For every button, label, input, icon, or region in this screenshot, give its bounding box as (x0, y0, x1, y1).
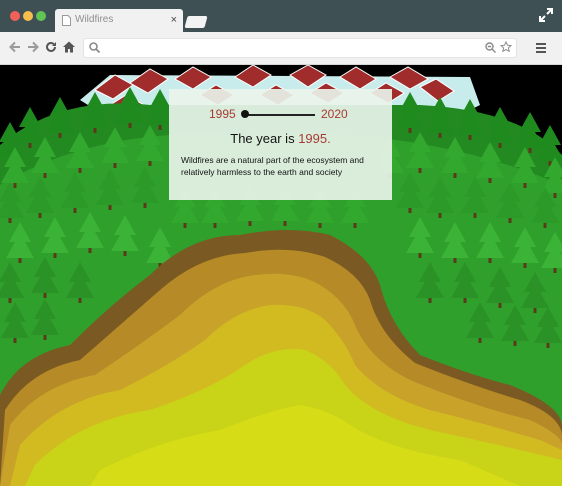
back-icon[interactable] (8, 40, 22, 54)
zoom-icon[interactable] (484, 41, 497, 54)
browser-toolbar (0, 32, 562, 65)
tab-title: Wildfires (75, 14, 114, 25)
headline-year: 1995. (298, 131, 331, 146)
viz-viewport[interactable]: 1995 2020 The year is 1995. Wildfires ar… (0, 65, 562, 486)
reload-icon[interactable] (44, 40, 58, 54)
minimize-window-button[interactable] (23, 11, 33, 21)
address-bar[interactable] (83, 38, 517, 58)
slider-start-label: 1995 (209, 107, 236, 121)
maximize-window-button[interactable] (36, 11, 46, 21)
new-tab-button[interactable] (184, 16, 208, 28)
menu-icon[interactable] (534, 41, 548, 55)
close-window-button[interactable] (10, 11, 20, 21)
browser-window: Wildfires × 1995 2020 The year is 1995. … (0, 0, 562, 486)
slider-end-label: 2020 (321, 107, 348, 121)
star-icon[interactable] (500, 41, 512, 53)
search-icon (89, 42, 101, 54)
headline-prefix: The year is (230, 131, 299, 146)
fullscreen-icon[interactable] (538, 7, 554, 23)
title-bar: Wildfires × (0, 0, 562, 32)
year-slider-track[interactable] (245, 114, 315, 116)
forward-icon[interactable] (26, 40, 40, 54)
info-card: 1995 2020 The year is 1995. Wildfires ar… (169, 89, 392, 200)
description-text: Wildfires are a natural part of the ecos… (181, 155, 364, 177)
tab-wildfires[interactable]: Wildfires × (55, 9, 183, 32)
close-icon[interactable]: × (171, 13, 177, 27)
home-icon[interactable] (62, 40, 76, 54)
year-headline: The year is 1995. (169, 131, 392, 146)
page-icon (62, 15, 71, 26)
year-slider-handle[interactable] (241, 110, 249, 118)
